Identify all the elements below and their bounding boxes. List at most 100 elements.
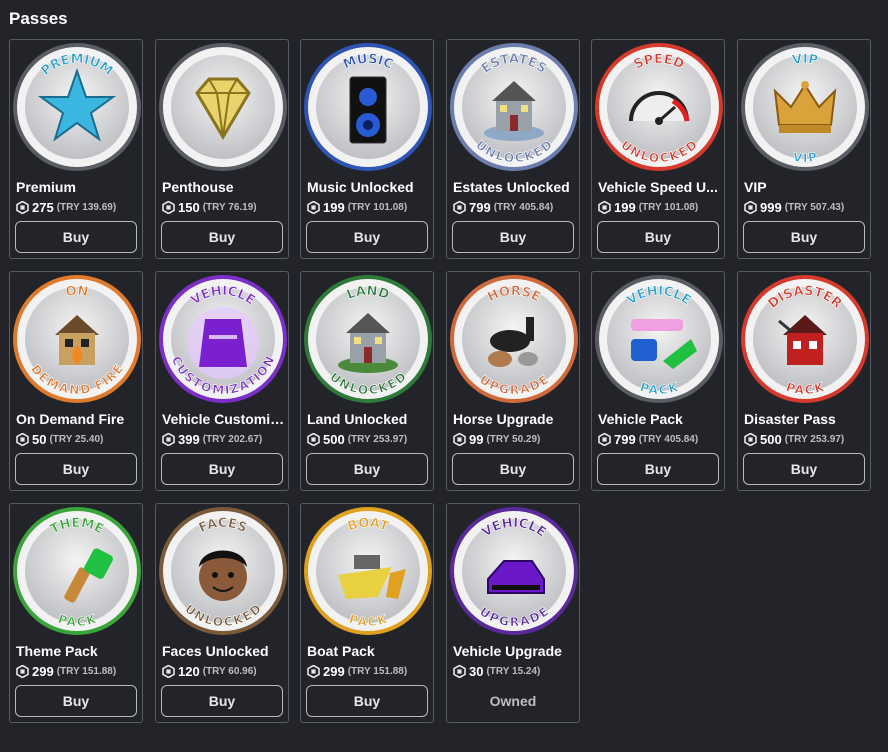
buy-button[interactable]: Buy	[15, 453, 137, 485]
pass-name[interactable]: Vehicle Speed U...	[598, 179, 722, 195]
pass-badge-image[interactable]: LAND UNLOCKED	[302, 273, 434, 405]
pass-name[interactable]: Vehicle Upgrade	[453, 643, 577, 659]
pass-name[interactable]: Vehicle Pack	[598, 411, 722, 427]
pass-badge-image[interactable]: BOAT PACK	[302, 505, 434, 637]
buy-button[interactable]: Buy	[452, 453, 574, 485]
robux-icon	[453, 665, 466, 678]
pass-badge-image[interactable]: HORSE UPGRADE	[448, 273, 580, 405]
price-amount: 299	[32, 664, 54, 679]
price-amount: 999	[760, 200, 782, 215]
pass-price: 120 (TRY 60.96)	[162, 664, 286, 679]
pass-badge-image[interactable]: VIP VIP	[739, 41, 871, 173]
robux-icon	[744, 433, 757, 446]
pass-badge-image[interactable]: THEME PACK	[11, 505, 143, 637]
pass-card[interactable]: PREMIUM Premium 275 (TRY 139.69) Buy	[9, 39, 143, 259]
buy-button[interactable]: Buy	[743, 453, 865, 485]
pass-card[interactable]: SPEED UNLOCKED Vehicle Speed U... 199 (TRY 1…	[591, 39, 725, 259]
pass-card[interactable]: BOAT PACK Boat Pack 299 (TRY 151.88) Buy	[300, 503, 434, 723]
price-amount: 799	[614, 432, 636, 447]
pass-price: 275 (TRY 139.69)	[16, 200, 140, 215]
pass-card[interactable]: VEHICLE PACK Vehicle Pack 799 (TRY 405.84) Bu…	[591, 271, 725, 491]
owned-label: Owned	[489, 693, 537, 709]
buy-button[interactable]: Buy	[306, 453, 428, 485]
pass-card[interactable]: VEHICLE CUSTOMIZATION Vehicle Customiz... 3…	[155, 271, 289, 491]
pass-name[interactable]: Boat Pack	[307, 643, 431, 659]
robux-icon	[16, 665, 29, 678]
pass-name[interactable]: On Demand Fire	[16, 411, 140, 427]
pass-badge-image[interactable]: ESTATES UNLOCKED	[448, 41, 580, 173]
buy-button[interactable]: Buy	[597, 221, 719, 253]
pass-price: 99 (TRY 50.29)	[453, 432, 577, 447]
buy-button[interactable]: Buy	[15, 221, 137, 253]
local-currency-price: (TRY 253.97)	[784, 434, 845, 445]
pass-badge-image[interactable]: VEHICLE UPGRADE	[448, 505, 580, 637]
pass-badge-image[interactable]: SPEED UNLOCKED	[593, 41, 725, 173]
price-amount: 30	[469, 664, 484, 679]
pass-price: 399 (TRY 202.67)	[162, 432, 286, 447]
buy-button[interactable]: Buy	[306, 685, 428, 717]
price-amount: 799	[469, 200, 491, 215]
pass-badge-image[interactable]	[157, 41, 289, 173]
local-currency-price: (TRY 101.08)	[347, 202, 408, 213]
pass-card[interactable]: VIP VIP VIP 999 (TRY 507.43) Buy	[737, 39, 871, 259]
price-amount: 500	[323, 432, 345, 447]
buy-button[interactable]: Buy	[306, 221, 428, 253]
pass-price: 50 (TRY 25.40)	[16, 432, 140, 447]
pass-name[interactable]: Vehicle Customiz...	[162, 411, 286, 427]
pass-name[interactable]: Penthouse	[162, 179, 286, 195]
pass-card[interactable]: THEME PACK Theme Pack 299 (TRY 151.88) Buy	[9, 503, 143, 723]
robux-icon	[16, 201, 29, 214]
pass-name[interactable]: Disaster Pass	[744, 411, 868, 427]
passes-grid: PREMIUM Premium 275 (TRY 139.69) Buy Penthous…	[0, 0, 888, 752]
buy-button[interactable]: Buy	[161, 221, 283, 253]
pass-price: 199 (TRY 101.08)	[307, 200, 431, 215]
pass-badge-image[interactable]: ON DEMAND FIRE	[11, 273, 143, 405]
buy-button[interactable]: Buy	[452, 221, 574, 253]
price-amount: 199	[323, 200, 345, 215]
robux-icon	[162, 201, 175, 214]
pass-card[interactable]: ESTATES UNLOCKED Estates Unlocked 799 (TRY 4…	[446, 39, 580, 259]
price-amount: 99	[469, 432, 484, 447]
pass-name[interactable]: Faces Unlocked	[162, 643, 286, 659]
buy-button[interactable]: Buy	[597, 453, 719, 485]
local-currency-price: (TRY 76.19)	[202, 202, 257, 213]
price-amount: 500	[760, 432, 782, 447]
pass-card[interactable]: VEHICLE UPGRADE Vehicle Upgrade 30 (TRY 15.2…	[446, 503, 580, 723]
pass-card[interactable]: DISASTER PACK Disaster Pass 500 (TRY 253.97)…	[737, 271, 871, 491]
pass-badge-image[interactable]: DISASTER PACK	[739, 273, 871, 405]
price-amount: 275	[32, 200, 54, 215]
pass-card[interactable]: LAND UNLOCKED Land Unlocked 500 (TRY 253.97)…	[300, 271, 434, 491]
pass-badge-image[interactable]: VEHICLE CUSTOMIZATION	[157, 273, 289, 405]
svg-text:VIP: VIP	[792, 150, 818, 165]
car-icon	[187, 307, 259, 379]
pass-name[interactable]: Theme Pack	[16, 643, 140, 659]
pass-card[interactable]: ON DEMAND FIRE On Demand Fire 50 (TRY 25.40)…	[9, 271, 143, 491]
buy-button[interactable]: Buy	[743, 221, 865, 253]
buy-button[interactable]: Buy	[15, 685, 137, 717]
local-currency-price: (TRY 101.08)	[638, 202, 699, 213]
local-currency-price: (TRY 50.29)	[486, 434, 541, 445]
pass-card[interactable]: Penthouse 150 (TRY 76.19) Buy	[155, 39, 289, 259]
local-currency-price: (TRY 202.67)	[202, 434, 263, 445]
local-currency-price: (TRY 507.43)	[784, 202, 845, 213]
pass-name[interactable]: Music Unlocked	[307, 179, 431, 195]
pass-price: 999 (TRY 507.43)	[744, 200, 868, 215]
pass-card[interactable]: FACES UNLOCKED Faces Unlocked 120 (TRY 60.96…	[155, 503, 289, 723]
pass-card[interactable]: HORSE UPGRADE Horse Upgrade 99 (TRY 50.29) Bu…	[446, 271, 580, 491]
pass-badge-image[interactable]: VEHICLE PACK	[593, 273, 725, 405]
pass-card[interactable]: MUSIC Music Unlocked 199 (TRY 101.08) Buy	[300, 39, 434, 259]
robux-icon	[598, 433, 611, 446]
pass-name[interactable]: Land Unlocked	[307, 411, 431, 427]
pass-badge-image[interactable]: PREMIUM	[11, 41, 143, 173]
svg-text:VIP: VIP	[791, 52, 819, 68]
price-amount: 150	[178, 200, 200, 215]
buy-button[interactable]: Buy	[161, 685, 283, 717]
pass-name[interactable]: VIP	[744, 179, 868, 195]
pass-badge-image[interactable]: MUSIC	[302, 41, 434, 173]
pass-name[interactable]: Estates Unlocked	[453, 179, 577, 195]
buy-button[interactable]: Buy	[161, 453, 283, 485]
pass-badge-image[interactable]: FACES UNLOCKED	[157, 505, 289, 637]
pass-name[interactable]: Horse Upgrade	[453, 411, 577, 427]
pass-name[interactable]: Premium	[16, 179, 140, 195]
pass-price: 500 (TRY 253.97)	[307, 432, 431, 447]
